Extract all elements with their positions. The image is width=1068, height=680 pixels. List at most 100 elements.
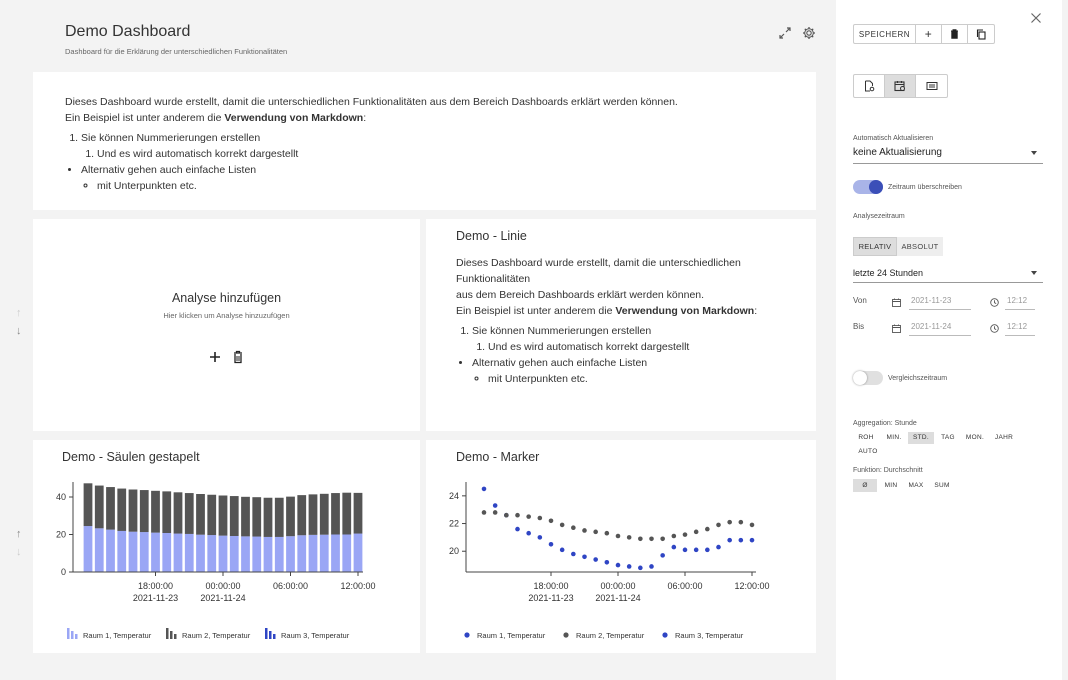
tab-calendar[interactable] (885, 75, 916, 97)
delete-button[interactable] (942, 25, 968, 43)
bar-segment (342, 492, 352, 535)
relative-button[interactable]: RELATIV (853, 237, 897, 256)
function-sum-button[interactable]: SUM (930, 479, 954, 492)
marker-point (671, 544, 677, 550)
copy-button[interactable] (968, 25, 994, 43)
bar-segment (353, 533, 363, 572)
marker-point (526, 514, 531, 519)
bar-segment (297, 495, 307, 536)
legend-swatch (662, 632, 668, 638)
aggregation-month-button[interactable]: MON. (962, 432, 988, 444)
marker-point (738, 519, 744, 525)
x-tick-sublabel: 2021-11-24 (200, 593, 245, 603)
function-avg-button[interactable]: Ø (853, 479, 877, 492)
function-max-button[interactable]: MAX (904, 479, 928, 492)
add-analysis-card[interactable]: Analyse hinzufügen Hier klicken um Analy… (33, 219, 420, 431)
analysis-period-label: Analysezeitraum (853, 213, 905, 220)
bar-segment (139, 490, 149, 533)
aggregation-auto-button[interactable]: AUTO (853, 446, 883, 458)
bar-segment (252, 536, 262, 572)
from-label: Von (853, 296, 867, 305)
marker-point (604, 530, 610, 536)
move-down-arrow-icon[interactable]: ↓ (16, 325, 22, 337)
bar-segment (151, 532, 160, 572)
marker-point (705, 547, 710, 553)
bar-segment (218, 495, 228, 536)
compare-period-toggle[interactable] (853, 371, 883, 385)
move-up-arrow-icon[interactable]: ↑ (16, 307, 22, 319)
marker-point (749, 537, 755, 543)
aggregation-year-button[interactable]: JAHR (991, 432, 1017, 444)
marker-point (660, 553, 665, 558)
marker-point (693, 529, 699, 535)
linie-card: Demo - Linie Dieses Dashboard wurde erst… (426, 219, 816, 431)
bar-segment (196, 494, 205, 535)
to-time-input[interactable]: 12:12 (1007, 322, 1027, 331)
bar-segment (117, 488, 127, 531)
fullscreen-icon[interactable] (778, 26, 792, 40)
period-select[interactable]: letzte 24 Stunden (853, 268, 923, 278)
x-tick-label: 12:00:00 (340, 581, 375, 591)
aggregation-min-button[interactable]: MIN. (881, 432, 907, 444)
bar-segment (151, 490, 160, 533)
aggregation-raw-button[interactable]: ROH (853, 432, 879, 444)
add-button[interactable]: + (916, 25, 942, 43)
marker-card: Demo - Marker 20 22 24 18:00:00 2021-11-23 00… (426, 440, 816, 653)
function-min-button[interactable]: MIN (879, 479, 903, 492)
from-clock-icon (990, 294, 999, 312)
markdown-intro: Dieses Dashboard wurde erstellt, damit d… (65, 96, 678, 108)
bar-segment (117, 530, 127, 572)
bar-segment (229, 536, 239, 572)
document-settings-icon (864, 80, 874, 92)
marker-point (626, 564, 632, 569)
marker-point (537, 535, 543, 540)
bar-segment (106, 487, 115, 530)
auto-refresh-select[interactable]: keine Aktualisierung (853, 147, 942, 158)
bullet-list: Alternativ gehen auch einfache Listen mi… (81, 162, 805, 194)
linie-card-title: Demo - Linie (456, 229, 527, 243)
marker-point (716, 522, 721, 528)
move-up-arrow-icon-2[interactable]: ↑ (16, 528, 22, 540)
scrollbar-track[interactable] (1062, 0, 1068, 680)
function-label: Funktion: Durchschnitt (853, 467, 923, 474)
legend-swatch (273, 634, 276, 639)
legend-swatch (269, 631, 272, 639)
add-plus-icon[interactable] (208, 350, 222, 364)
from-date-input[interactable]: 2021-11-23 (911, 296, 951, 305)
bar-segment (218, 535, 228, 572)
move-down-arrow-icon-2[interactable]: ↓ (16, 546, 22, 558)
absolute-button[interactable]: ABSOLUT (897, 237, 943, 256)
bar-segment (128, 489, 138, 532)
aggregation-hour-button[interactable]: STD. (908, 432, 934, 444)
legend-swatch (464, 632, 470, 638)
marker-point (716, 544, 721, 550)
save-button[interactable]: SPEICHERN (854, 25, 916, 43)
to-date-input[interactable]: 2021-11-24 (911, 322, 951, 331)
aggregation-day-button[interactable]: TAG (935, 432, 961, 444)
override-period-toggle[interactable] (853, 180, 883, 194)
marker-point (492, 503, 498, 508)
bar-segment (274, 536, 284, 572)
period-mode-toggle: RELATIV ABSOLUT (853, 237, 943, 256)
marker-point (738, 537, 744, 543)
x-tick-label: 00:00:00 (600, 581, 635, 591)
marker-point (548, 518, 554, 524)
marker-point (548, 542, 554, 547)
auto-refresh-dropdown-icon[interactable] (1031, 151, 1037, 155)
marker-point (727, 537, 732, 543)
close-icon[interactable] (1030, 11, 1042, 23)
settings-gear-icon[interactable] (802, 26, 816, 40)
tab-comment[interactable] (916, 75, 947, 97)
bar-segment (106, 529, 115, 572)
tab-document[interactable] (854, 75, 885, 97)
add-analysis-title: Analyse hinzufügen (171, 291, 282, 305)
bar-segment (263, 497, 273, 537)
marker-point (504, 512, 509, 518)
period-dropdown-icon[interactable] (1031, 271, 1037, 275)
copy-icon (976, 28, 986, 40)
legend-label: Raum 2, Temperatur (576, 631, 645, 640)
bar-segment (241, 536, 250, 572)
delete-trash-icon[interactable] (231, 350, 245, 364)
marker-point (660, 536, 665, 542)
from-time-input[interactable]: 12:12 (1007, 296, 1027, 305)
